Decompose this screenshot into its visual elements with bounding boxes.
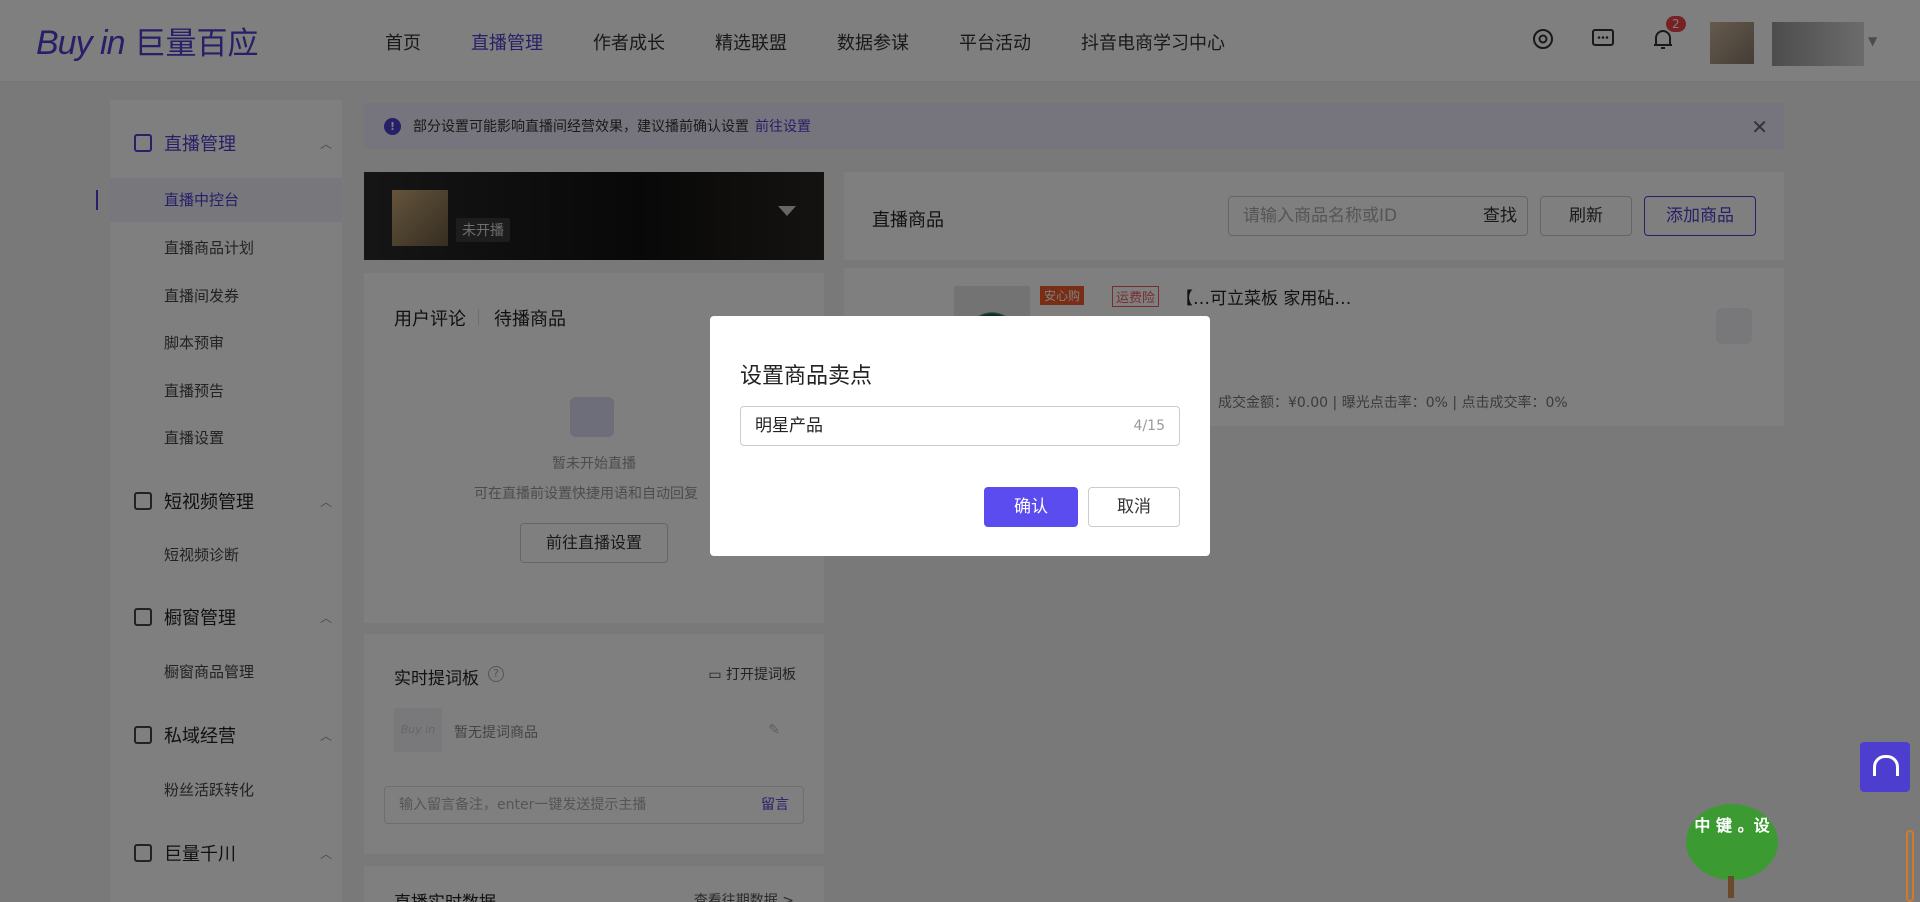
dialog-title: 设置商品卖点 <box>740 364 873 389</box>
confirm-button[interactable]: 确认 <box>984 487 1078 527</box>
selling-point-value: 明星产品 <box>755 416 823 436</box>
cancel-button[interactable]: 取消 <box>1088 487 1180 527</box>
char-count: 4/15 <box>1133 418 1165 434</box>
tree-widget[interactable]: 中 键 。设 <box>1682 800 1782 900</box>
selling-point-input[interactable]: 明星产品 4/15 <box>740 406 1180 446</box>
tree-trunk <box>1728 876 1734 898</box>
scrollbar-thumb[interactable] <box>1906 830 1914 902</box>
tree-widget-text: 中 键 。设 <box>1686 804 1778 880</box>
selling-point-dialog: 设置商品卖点 明星产品 4/15 确认 取消 <box>710 316 1210 556</box>
headset-icon[interactable] <box>1860 742 1910 792</box>
